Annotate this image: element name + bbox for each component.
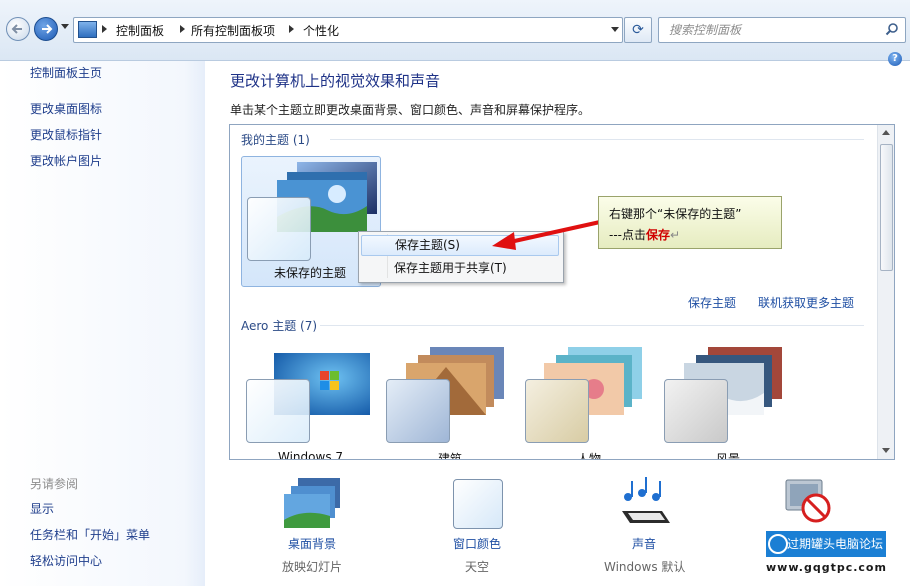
save-theme-link[interactable]: 保存主题 xyxy=(688,294,736,311)
link-taskbar-start-menu[interactable]: 任务栏和「开始」菜单 xyxy=(30,526,150,543)
callout-line2-suffix: ↵ xyxy=(670,228,681,242)
back-arrow-icon xyxy=(11,24,22,34)
link-change-mouse-pointers[interactable]: 更改鼠标指针 xyxy=(30,126,102,143)
refresh-icon: ⟳ xyxy=(632,22,644,38)
sounds-value: Windows 默认 xyxy=(604,560,686,574)
aero-theme-label: Windows 7 xyxy=(278,450,344,460)
aero-themes-heading: Aero 主题 (7) xyxy=(241,319,318,333)
search-input[interactable] xyxy=(667,22,881,38)
aero-theme-label: 人物 xyxy=(577,452,602,460)
theme-color-swatch xyxy=(525,379,589,443)
group-divider xyxy=(330,139,864,140)
callout-line1: 右键那个“未保存的主题” xyxy=(609,207,742,221)
address-dropdown-button[interactable] xyxy=(611,27,619,32)
theme-color-swatch xyxy=(246,379,310,443)
window-color-value: 天空 xyxy=(465,560,490,574)
sounds-icon xyxy=(622,477,670,523)
search-box[interactable] xyxy=(658,17,906,43)
theme-color-swatch xyxy=(664,379,728,443)
link-change-account-picture[interactable]: 更改帐户图片 xyxy=(30,152,102,169)
theme-list-panel: 我的主题 (1) 未保存的主题 保存主题 联机获取更多主题 Aero 主题 (7… xyxy=(229,124,895,460)
sounds-label: 声音 xyxy=(632,537,657,551)
breadcrumb-personalization[interactable]: 个性化 xyxy=(303,22,339,39)
annotation-arrow-icon xyxy=(492,220,601,250)
refresh-button[interactable]: ⟳ xyxy=(624,17,652,43)
breadcrumb-separator-icon xyxy=(102,25,107,33)
desktop-background-icon xyxy=(284,478,340,528)
forward-button[interactable] xyxy=(34,17,58,41)
group-divider xyxy=(320,325,864,326)
recent-pages-dropdown[interactable] xyxy=(61,24,69,29)
window-color-icon xyxy=(453,479,503,529)
address-bar-area: 控制面板 所有控制面板项 个性化 ⟳ xyxy=(0,0,910,61)
callout-line2-prefix: ---点击 xyxy=(609,228,646,242)
my-themes-heading: 我的主题 (1) xyxy=(241,133,310,147)
back-button[interactable] xyxy=(6,17,30,41)
watermark-url: www.gqgtpc.com xyxy=(766,559,886,577)
theme-color-swatch xyxy=(386,379,450,443)
callout-highlight: 保存 xyxy=(646,228,671,242)
address-field[interactable]: 控制面板 所有控制面板项 个性化 xyxy=(73,17,623,43)
theme-color-swatch xyxy=(247,197,311,261)
link-change-desktop-icons[interactable]: 更改桌面图标 xyxy=(30,100,102,117)
menu-item-label: 保存主题(S) xyxy=(395,238,460,252)
menu-item-label: 保存主题用于共享(T) xyxy=(394,261,507,275)
annotation-callout: 右键那个“未保存的主题” ---点击保存↵ xyxy=(598,196,782,249)
page-title: 更改计算机上的视觉效果和声音 xyxy=(230,72,441,90)
vertical-scrollbar[interactable] xyxy=(877,125,894,459)
link-ease-of-access[interactable]: 轻松访问中心 xyxy=(30,552,102,569)
help-icon[interactable]: ? xyxy=(888,52,902,66)
scroll-up-icon[interactable] xyxy=(882,130,890,135)
control-panel-icon xyxy=(78,21,97,38)
link-display[interactable]: 显示 xyxy=(30,500,54,517)
get-more-themes-link[interactable]: 联机获取更多主题 xyxy=(758,294,854,311)
breadcrumb-all-items[interactable]: 所有控制面板项 xyxy=(191,22,275,39)
breadcrumb-separator-icon xyxy=(289,25,294,33)
link-control-panel-home[interactable]: 控制面板主页 xyxy=(30,64,102,81)
watermark-logo-icon xyxy=(768,534,788,554)
desktop-background-label: 桌面背景 xyxy=(288,537,337,551)
breadcrumb-control-panel[interactable]: 控制面板 xyxy=(116,22,164,39)
scrollbar-thumb[interactable] xyxy=(880,144,893,271)
forward-arrow-icon xyxy=(42,24,53,34)
screen-saver-icon xyxy=(785,479,831,523)
search-icon[interactable] xyxy=(885,22,899,36)
page-subtitle: 单击某个主题立即更改桌面背景、窗口颜色、声音和屏幕保护程序。 xyxy=(230,103,591,117)
callout-line2: ---点击保存↵ xyxy=(609,226,680,243)
scroll-down-icon[interactable] xyxy=(882,448,890,453)
forum-watermark-logo: 过期罐头电脑论坛 www.gqgtpc.com xyxy=(766,531,886,579)
aero-theme-label: 建筑 xyxy=(438,452,463,460)
unsaved-theme-label: 未保存的主题 xyxy=(274,266,347,280)
menu-item-save-for-sharing[interactable]: 保存主题用于共享(T) xyxy=(361,258,559,279)
window-color-label: 窗口颜色 xyxy=(453,537,502,551)
desktop-background-value: 放映幻灯片 xyxy=(282,560,343,574)
breadcrumb-separator-icon xyxy=(180,25,185,33)
aero-theme-label: 风景 xyxy=(716,452,741,460)
see-also-heading: 另请参阅 xyxy=(30,477,79,491)
